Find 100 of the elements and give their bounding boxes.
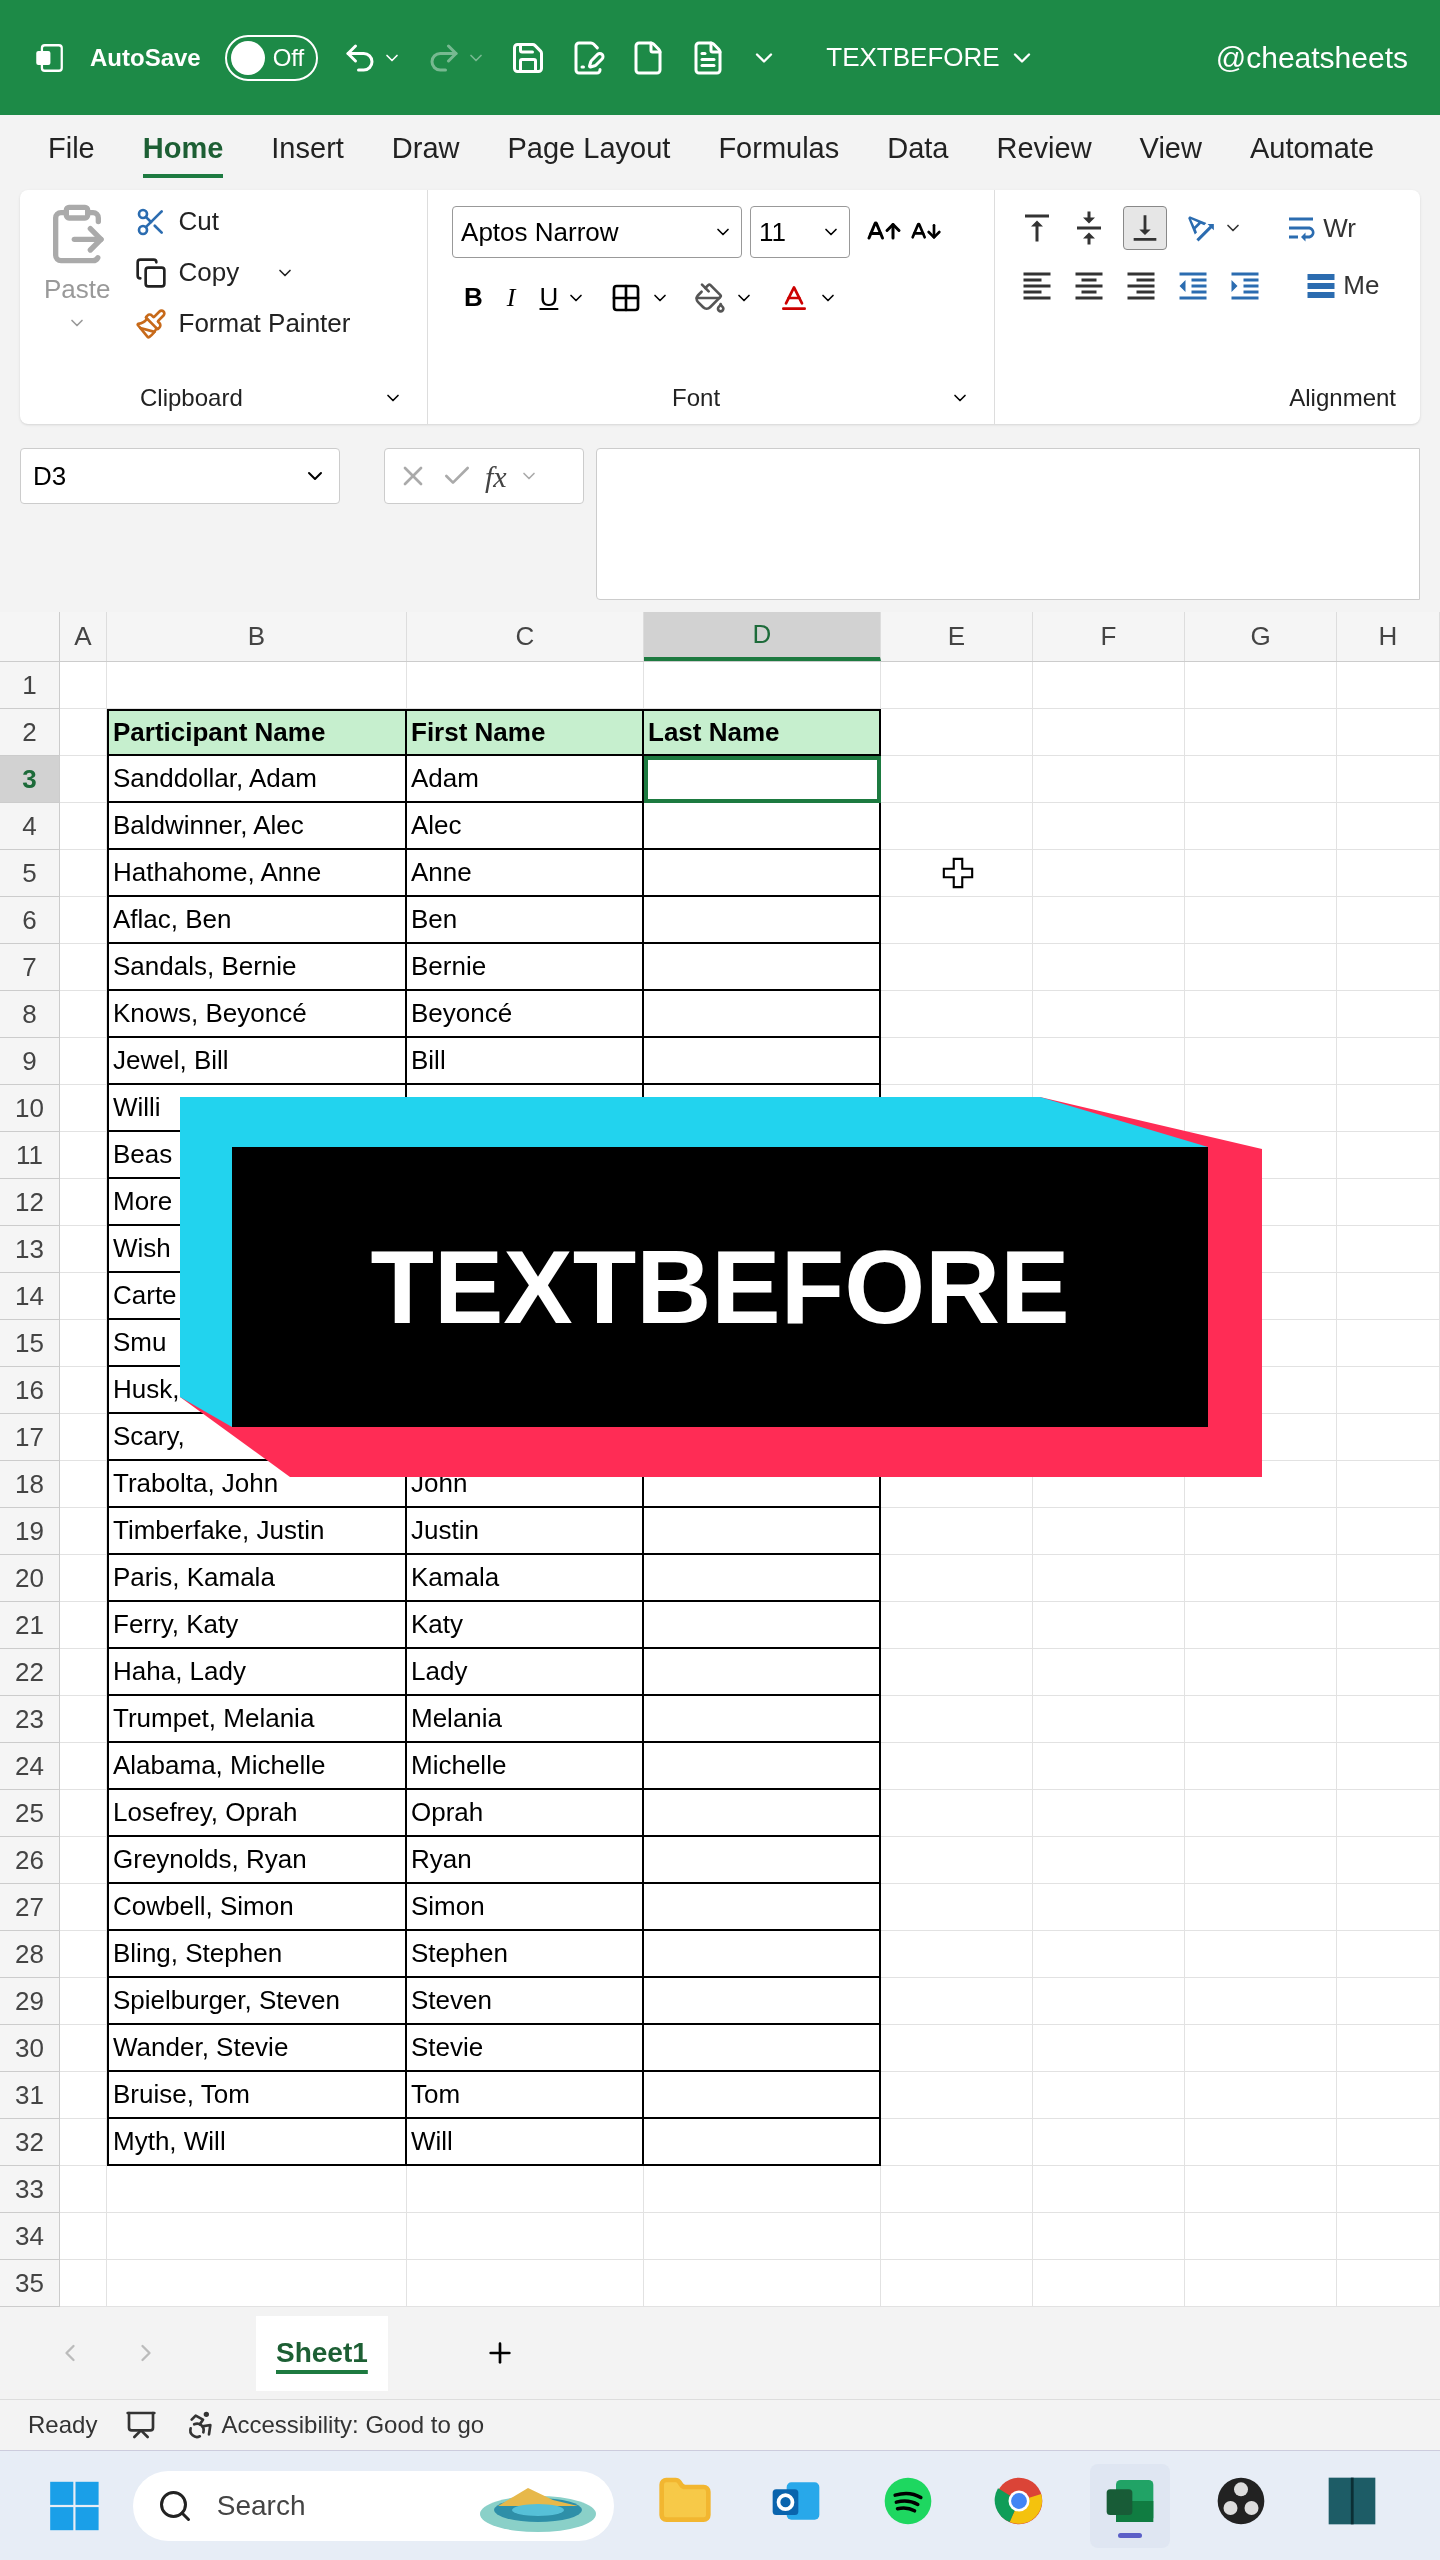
accessibility-status[interactable]: Accessibility: Good to go bbox=[221, 2407, 485, 2443]
row-header[interactable]: 12 bbox=[0, 1179, 60, 1226]
table-cell bbox=[60, 1649, 107, 1696]
name-box[interactable]: D3 bbox=[20, 448, 340, 504]
table-cell bbox=[60, 1602, 107, 1649]
column-header[interactable]: B bbox=[107, 612, 407, 661]
row-header[interactable]: 30 bbox=[0, 2025, 60, 2072]
table-cell: Steven bbox=[407, 1978, 644, 2025]
row-header[interactable]: 23 bbox=[0, 1696, 60, 1743]
row-header[interactable]: 26 bbox=[0, 1837, 60, 1884]
row-header[interactable]: 4 bbox=[0, 803, 60, 850]
row-header[interactable]: 10 bbox=[0, 1085, 60, 1132]
table-cell bbox=[60, 1555, 107, 1602]
menu-tab[interactable]: Data bbox=[887, 126, 949, 179]
menu-tab[interactable]: Formulas bbox=[718, 126, 840, 179]
table-cell bbox=[60, 803, 107, 850]
formula-input[interactable] bbox=[596, 448, 1420, 600]
row-header[interactable]: 33 bbox=[0, 2166, 60, 2213]
merge-label[interactable]: Me bbox=[1343, 266, 1380, 305]
table-cell: Ben bbox=[407, 897, 644, 944]
table-cell: Paris, Kamala bbox=[107, 1555, 407, 1602]
column-header[interactable]: E bbox=[881, 612, 1033, 661]
table-cell bbox=[60, 1931, 107, 1978]
row-header[interactable]: 5 bbox=[0, 850, 60, 897]
row-header[interactable]: 11 bbox=[0, 1132, 60, 1179]
table-cell bbox=[60, 1132, 107, 1179]
table-cell bbox=[60, 1790, 107, 1837]
header-cell: Last Name bbox=[644, 709, 881, 756]
row-header[interactable]: 6 bbox=[0, 897, 60, 944]
row-header[interactable]: 20 bbox=[0, 1555, 60, 1602]
underline-button[interactable]: U bbox=[539, 278, 559, 317]
row-header[interactable]: 29 bbox=[0, 1978, 60, 2025]
wrap-text-label[interactable]: Wr bbox=[1323, 208, 1356, 248]
table-cell bbox=[60, 1320, 107, 1367]
menu-tab[interactable]: View bbox=[1139, 126, 1202, 179]
column-header[interactable]: F bbox=[1033, 612, 1185, 661]
row-header[interactable]: 2 bbox=[0, 709, 60, 756]
italic-button[interactable]: I bbox=[506, 278, 516, 317]
row-header[interactable]: 34 bbox=[0, 2213, 60, 2260]
row-header[interactable]: 17 bbox=[0, 1414, 60, 1461]
row-header[interactable]: 14 bbox=[0, 1273, 60, 1320]
table-cell bbox=[60, 756, 107, 803]
row-header[interactable]: 16 bbox=[0, 1367, 60, 1414]
table-cell: Alec bbox=[407, 803, 644, 850]
row-header[interactable]: 1 bbox=[0, 662, 60, 709]
row-header[interactable]: 15 bbox=[0, 1320, 60, 1367]
row-header[interactable]: 18 bbox=[0, 1461, 60, 1508]
insert-function-button[interactable]: fx bbox=[485, 453, 507, 499]
taskbar-app[interactable] bbox=[1090, 2463, 1170, 2548]
table-cell: Justin bbox=[407, 1508, 644, 1555]
row-header[interactable]: 3 bbox=[0, 756, 60, 803]
table-cell: Stephen bbox=[407, 1931, 644, 1978]
table-cell: Greynolds, Ryan bbox=[107, 1837, 407, 1884]
file-name-button[interactable]: TEXTBEFORE bbox=[826, 38, 1036, 77]
row-header[interactable]: 22 bbox=[0, 1649, 60, 1696]
table-cell: Baldwinner, Alec bbox=[107, 803, 407, 850]
menu-tab[interactable]: Page Layout bbox=[507, 126, 671, 179]
font-family-dropdown[interactable]: Aptos Narrow bbox=[452, 206, 743, 258]
table-cell: Bling, Stephen bbox=[107, 1931, 407, 1978]
table-cell bbox=[60, 991, 107, 1038]
row-header[interactable]: 7 bbox=[0, 944, 60, 991]
row-header[interactable]: 13 bbox=[0, 1226, 60, 1273]
copy-button[interactable]: Copy bbox=[134, 253, 351, 292]
column-header[interactable]: G bbox=[1185, 612, 1337, 661]
cut-button[interactable]: Cut bbox=[134, 202, 351, 241]
sheet-tab[interactable]: Sheet1 bbox=[256, 2315, 388, 2391]
row-header[interactable]: 24 bbox=[0, 1743, 60, 1790]
menu-tab[interactable]: Review bbox=[996, 126, 1092, 179]
table-cell: Hathahome, Anne bbox=[107, 850, 407, 897]
row-header[interactable]: 31 bbox=[0, 2072, 60, 2119]
font-size-dropdown[interactable]: 11 bbox=[750, 206, 851, 258]
row-header[interactable]: 32 bbox=[0, 2119, 60, 2166]
menu-tab[interactable]: Draw bbox=[391, 126, 460, 179]
bottom-align-icon[interactable] bbox=[1123, 206, 1168, 250]
row-header[interactable]: 8 bbox=[0, 991, 60, 1038]
bold-button[interactable]: B bbox=[464, 278, 483, 317]
table-cell bbox=[60, 1461, 107, 1508]
row-header[interactable]: 19 bbox=[0, 1508, 60, 1555]
menu-tab[interactable]: Insert bbox=[271, 126, 344, 179]
menu-tab[interactable]: File bbox=[48, 126, 95, 179]
table-cell bbox=[60, 1226, 107, 1273]
macro-recorder-icon[interactable] bbox=[125, 2409, 158, 2441]
row-header[interactable]: 9 bbox=[0, 1038, 60, 1085]
fill-color-icon[interactable] bbox=[694, 281, 727, 314]
row-header[interactable]: 28 bbox=[0, 1931, 60, 1978]
table-cell: Stevie bbox=[407, 2025, 644, 2072]
column-header[interactable]: A bbox=[60, 612, 107, 661]
row-header[interactable]: 27 bbox=[0, 1884, 60, 1931]
table-cell bbox=[60, 1038, 107, 1085]
header-cell: First Name bbox=[407, 709, 644, 756]
menu-tab[interactable]: Home bbox=[142, 126, 224, 179]
autosave-toggle[interactable]: Off bbox=[224, 34, 319, 81]
format-painter-button[interactable]: Format Painter bbox=[134, 304, 351, 343]
row-header[interactable]: 25 bbox=[0, 1790, 60, 1837]
column-header[interactable]: H bbox=[1337, 612, 1440, 661]
row-header[interactable]: 21 bbox=[0, 1602, 60, 1649]
menu-tab[interactable]: Automate bbox=[1249, 126, 1375, 179]
column-header[interactable]: D bbox=[644, 612, 881, 661]
table-cell: Ferry, Katy bbox=[107, 1602, 407, 1649]
row-header[interactable]: 35 bbox=[0, 2260, 60, 2307]
